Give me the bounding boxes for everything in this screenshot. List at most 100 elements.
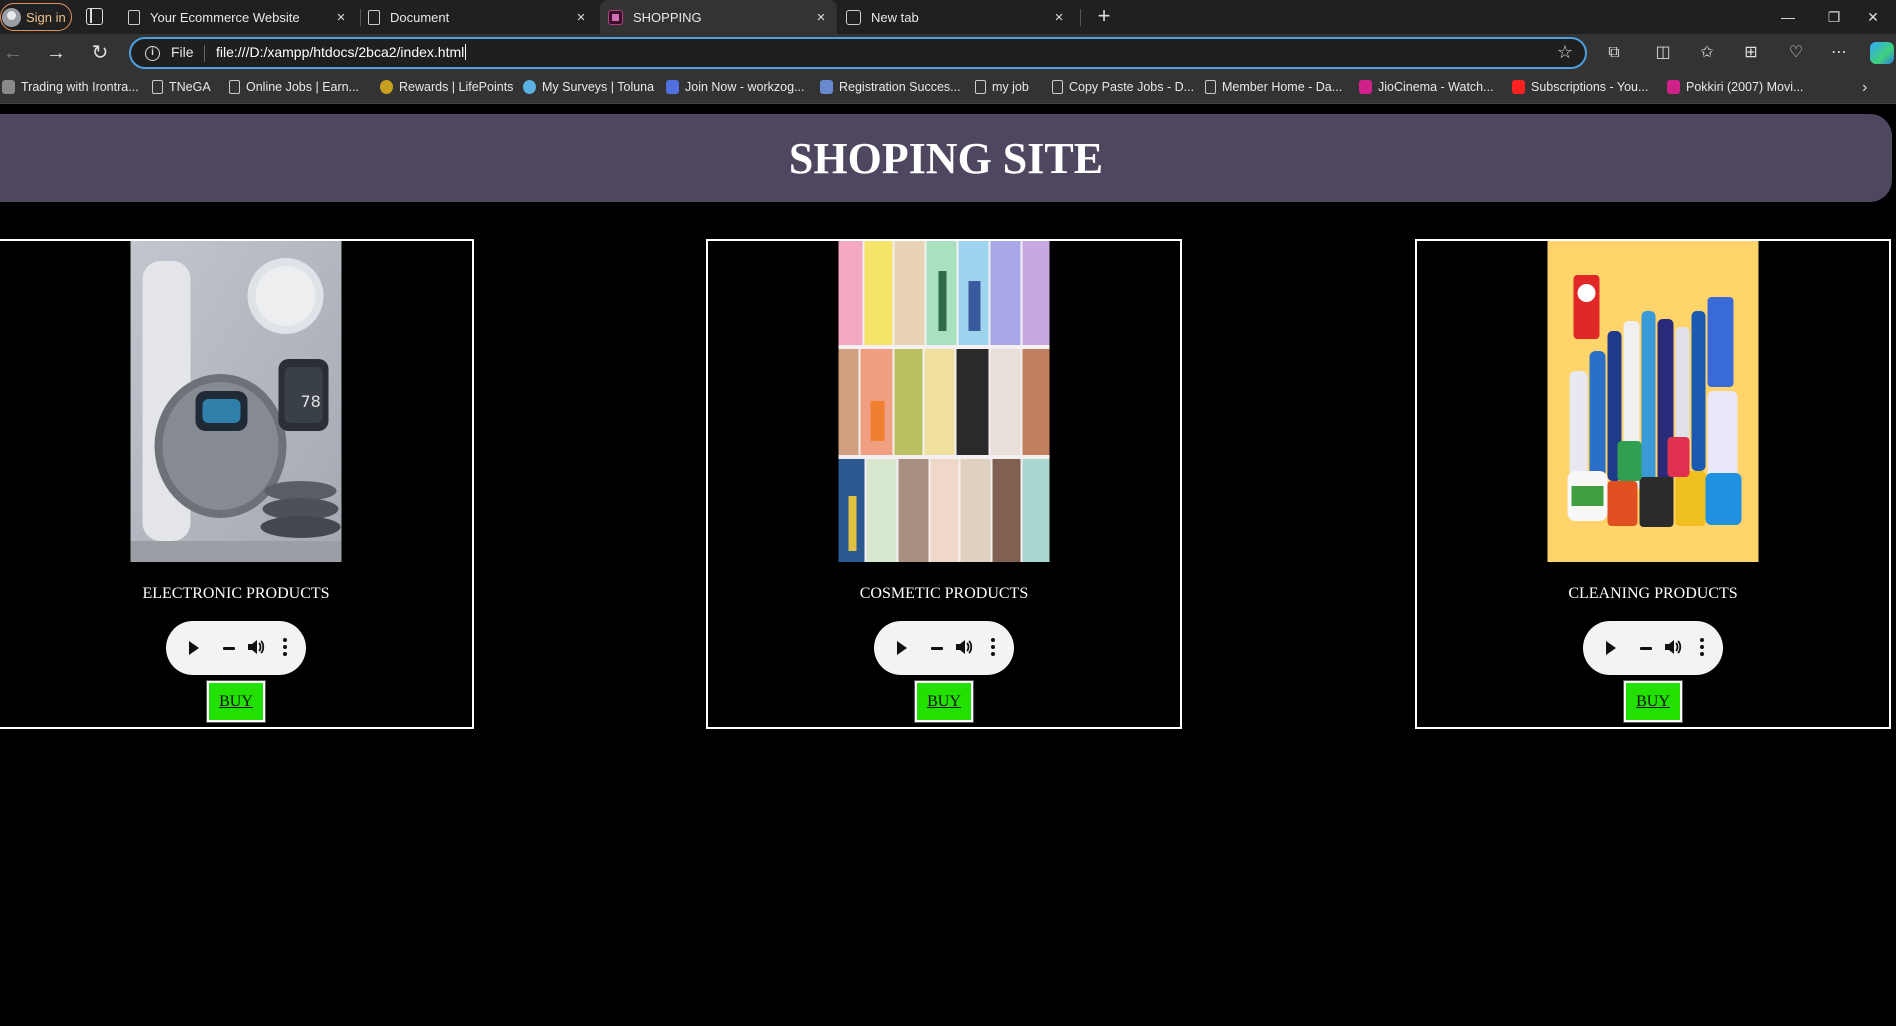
more-options-icon[interactable] — [991, 638, 995, 658]
tab-document[interactable]: Document × — [360, 0, 597, 34]
svg-text:78: 78 — [301, 392, 321, 411]
electronics-image: 78 — [130, 241, 342, 562]
page-icon — [229, 80, 240, 94]
browser-health-icon[interactable]: ♡ — [1785, 42, 1807, 64]
bookmark-item[interactable]: Trading with Irontra... — [2, 80, 139, 94]
bookmark-label: Trading with Irontra... — [21, 80, 139, 94]
tab-close-icon[interactable]: × — [1049, 9, 1069, 26]
bookmark-item[interactable]: My Surveys | Toluna — [523, 80, 654, 94]
favorite-star-icon[interactable]: ☆ — [1557, 42, 1573, 63]
product-card-cleaning: CLEANING PRODUCTS BUY — [1415, 239, 1891, 729]
tab-close-icon[interactable]: × — [571, 9, 591, 26]
volume-icon[interactable] — [246, 637, 266, 657]
tab-title: Your Ecommerce Website — [150, 9, 300, 25]
tab-separator — [1080, 9, 1081, 26]
registration-icon — [820, 80, 833, 94]
site-header: SHOPING SITE — [0, 114, 1892, 202]
tab-title: Document — [390, 9, 450, 25]
product-label: CLEANING PRODUCTS — [1568, 585, 1738, 602]
bookmark-item[interactable]: Member Home - Da... — [1205, 80, 1342, 94]
page-icon — [975, 80, 986, 94]
progress-dash-icon — [223, 647, 235, 650]
buy-button[interactable]: BUY — [1623, 680, 1683, 723]
bookmark-label: Pokkiri (2007) Movi... — [1686, 80, 1804, 94]
bookmark-label: Rewards | LifePoints — [399, 80, 514, 94]
url-scheme-label: File — [171, 44, 194, 60]
bookmark-item[interactable]: my job — [975, 80, 1029, 94]
play-icon[interactable] — [1606, 641, 1616, 655]
tab-title: SHOPPING — [633, 9, 702, 25]
bookmark-item[interactable]: TNeGA — [152, 80, 211, 94]
tab-actions-icon[interactable] — [86, 8, 103, 25]
site-info-icon[interactable]: i — [145, 46, 160, 61]
bookmark-label: My Surveys | Toluna — [542, 80, 655, 94]
tab-your-ecommerce-website[interactable]: Your Ecommerce Website × — [120, 0, 357, 34]
product-label: ELECTRONIC PRODUCTS — [142, 585, 330, 602]
bookmark-label: Online Jobs | Earn... — [246, 80, 360, 94]
collections-icon[interactable]: ⊞ — [1740, 42, 1762, 64]
jiocinema-icon — [1667, 80, 1680, 94]
bookmark-item[interactable]: Pokkiri (2007) Movi... — [1667, 80, 1803, 94]
volume-icon[interactable] — [954, 637, 974, 657]
address-bar[interactable]: i File file:///D:/xampp/htdocs/2bca2/ind… — [129, 37, 1587, 69]
audio-player[interactable] — [166, 621, 306, 675]
close-window-button[interactable]: ✕ — [1850, 0, 1896, 34]
profile-avatar-icon — [2, 7, 21, 27]
new-tab-button[interactable]: + — [1090, 3, 1118, 31]
minimize-button[interactable]: — — [1765, 0, 1811, 34]
bookmark-label: JioCinema - Watch... — [1378, 80, 1494, 94]
newtab-icon — [846, 9, 861, 25]
tab-new-tab[interactable]: New tab × — [838, 0, 1075, 34]
tab-shopping[interactable]: SHOPPING × — [600, 0, 837, 34]
tab-bar: Sign in Your Ecommerce Website × Documen… — [0, 0, 1896, 34]
bookmark-label: Join Now - workzog... — [685, 80, 805, 94]
bookmark-item[interactable]: Online Jobs | Earn... — [229, 80, 359, 94]
bookmark-item[interactable]: Subscriptions - You... — [1512, 80, 1648, 94]
jiocinema-icon — [1359, 80, 1372, 94]
audio-player[interactable] — [1583, 621, 1723, 675]
trading-icon — [2, 80, 15, 94]
url-text[interactable]: file:///D:/xampp/htdocs/2bca2/index.html — [216, 44, 466, 60]
favorites-icon[interactable]: ✩ — [1696, 42, 1718, 64]
audio-player[interactable] — [874, 621, 1014, 675]
play-icon[interactable] — [189, 641, 199, 655]
bookmark-item[interactable]: Rewards | LifePoints — [380, 80, 513, 94]
more-options-icon[interactable] — [1700, 638, 1704, 658]
youtube-icon — [1512, 80, 1525, 94]
bookmark-item[interactable]: Registration Succes... — [820, 80, 961, 94]
tab-close-icon[interactable]: × — [811, 9, 831, 26]
bookmark-item[interactable]: JioCinema - Watch... — [1359, 80, 1494, 94]
bookmarks-bar: Trading with Irontra... TNeGA Online Job… — [0, 72, 1896, 104]
forward-button[interactable]: → — [43, 41, 69, 65]
tab-close-icon[interactable]: × — [331, 9, 351, 26]
page-icon — [1052, 80, 1063, 94]
extensions-icon[interactable]: ⧉ — [1603, 42, 1625, 64]
settings-menu-icon[interactable]: ⋯ — [1828, 42, 1850, 64]
toluna-icon — [523, 80, 536, 94]
volume-icon[interactable] — [1663, 637, 1683, 657]
reload-button[interactable]: ↻ — [87, 41, 113, 65]
buy-button[interactable]: BUY — [206, 680, 266, 723]
electronics-illustration: 78 — [130, 241, 342, 562]
copilot-icon[interactable] — [1870, 42, 1894, 64]
sign-in-label: Sign in — [26, 9, 66, 25]
lifepoints-icon — [380, 80, 393, 94]
bookmark-label: Registration Succes... — [839, 80, 961, 94]
progress-dash-icon — [1640, 647, 1652, 650]
shop-favicon-icon — [608, 9, 623, 25]
product-card-cosmetics: COSMETIC PRODUCTS BUY — [706, 239, 1182, 729]
bookmark-item[interactable]: Join Now - workzog... — [666, 80, 804, 94]
back-button[interactable]: ← — [0, 41, 26, 65]
sign-in-button[interactable]: Sign in — [0, 3, 72, 31]
bookmark-item[interactable]: Copy Paste Jobs - D... — [1052, 80, 1194, 94]
page-icon — [1205, 80, 1216, 94]
buy-button[interactable]: BUY — [914, 680, 974, 723]
split-screen-icon[interactable]: ◫ — [1652, 42, 1674, 64]
bookmarks-more-icon[interactable]: › — [1862, 79, 1867, 97]
progress-dash-icon — [931, 647, 943, 650]
product-label: COSMETIC PRODUCTS — [859, 585, 1029, 602]
more-options-icon[interactable] — [283, 638, 287, 658]
play-icon[interactable] — [897, 641, 907, 655]
document-icon — [128, 9, 140, 25]
bookmark-label: Subscriptions - You... — [1531, 80, 1649, 94]
